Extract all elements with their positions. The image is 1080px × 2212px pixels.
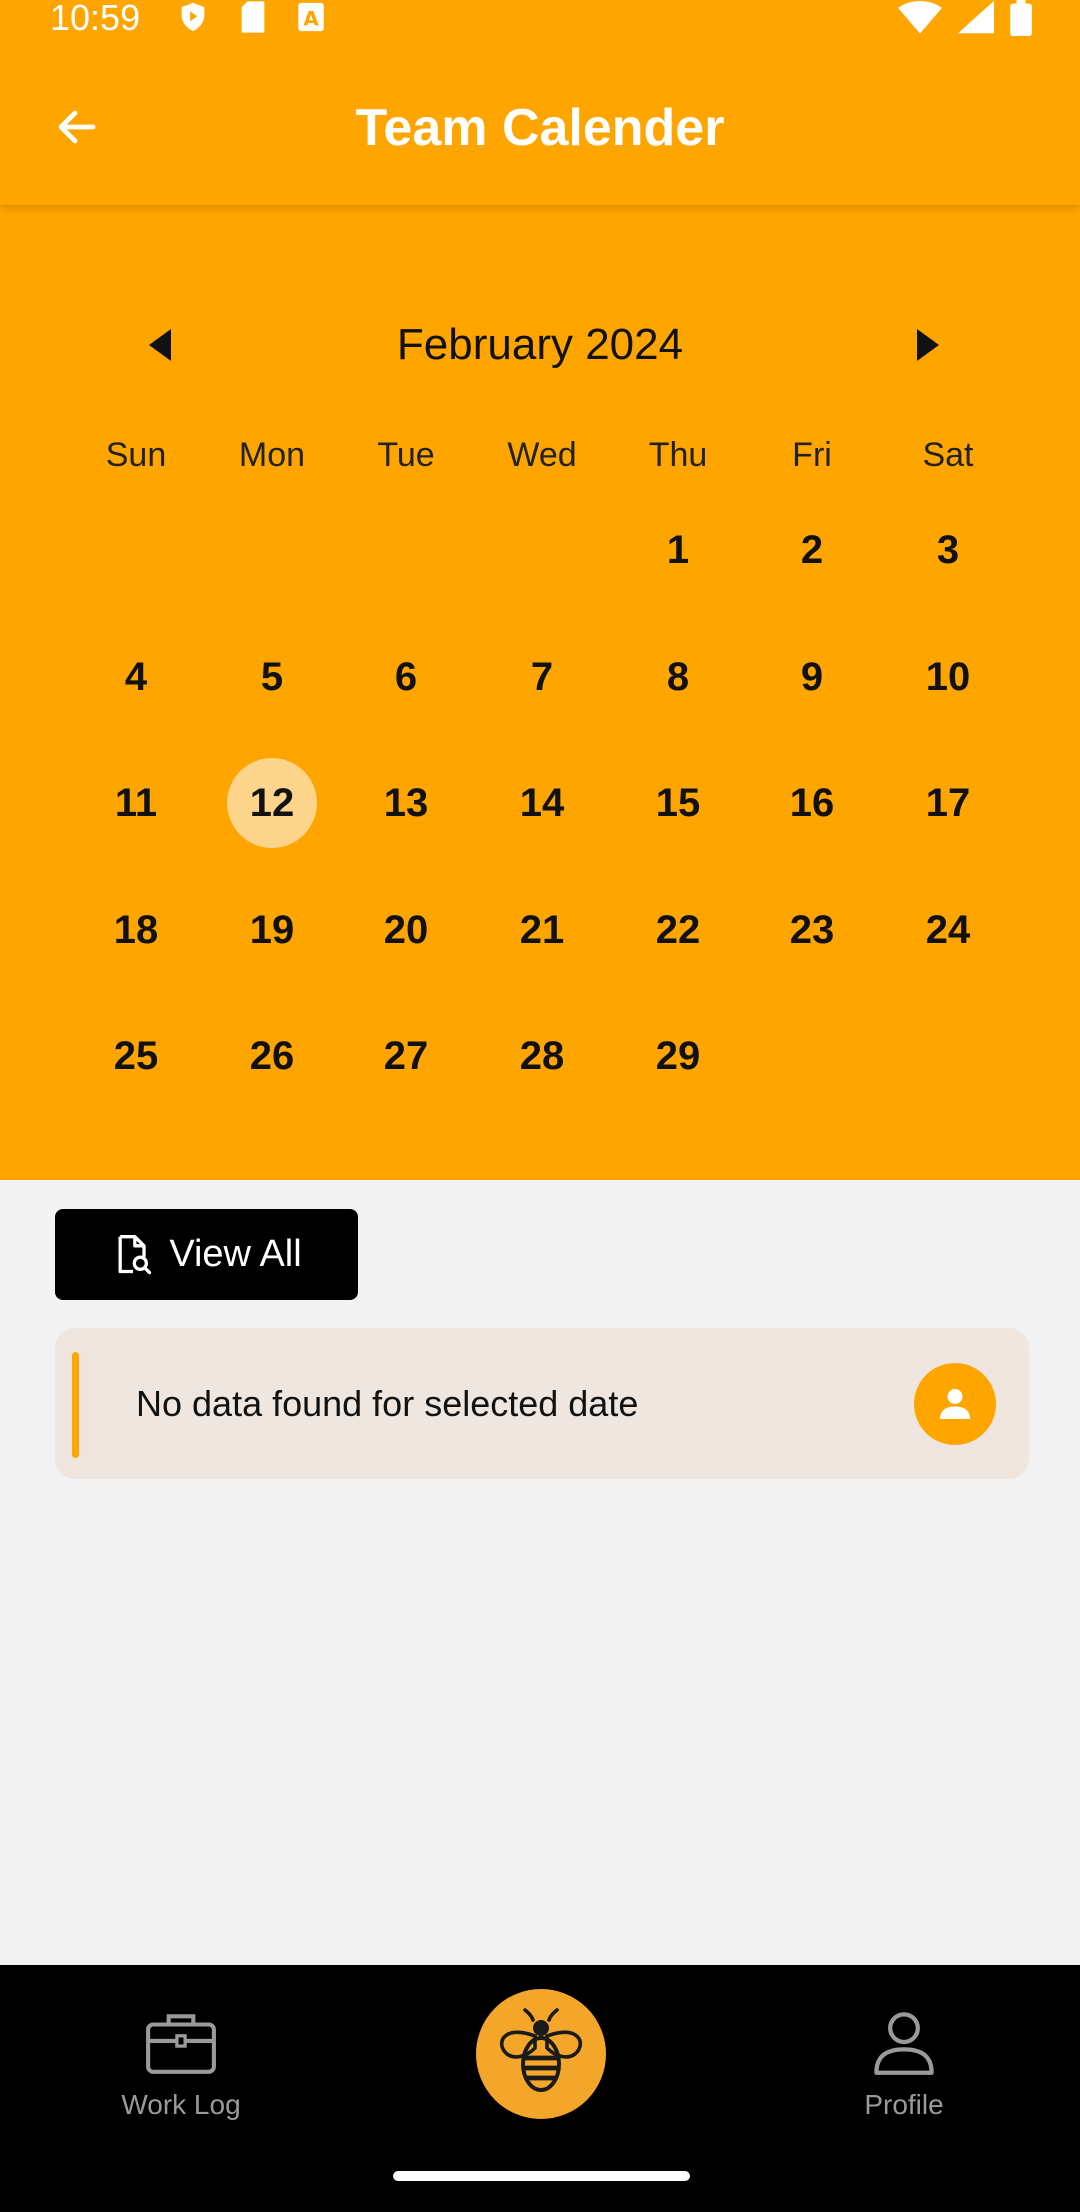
calendar-day[interactable]: 15 [633, 758, 723, 848]
calendar-day[interactable]: 19 [227, 885, 317, 975]
calendar-day[interactable]: 20 [361, 885, 451, 975]
view-all-label: View All [169, 1233, 302, 1275]
briefcase-icon [61, 2005, 301, 2081]
calendar-day[interactable]: 22 [633, 885, 723, 975]
calendar-day[interactable]: 2 [767, 505, 857, 595]
status-icons-right [898, 0, 1032, 39]
calendar-day[interactable]: 8 [633, 632, 723, 722]
document-search-icon [118, 1234, 152, 1274]
nav-label-work-log: Work Log [121, 2089, 241, 2120]
calendar-day[interactable]: 27 [361, 1011, 451, 1101]
nav-item-profile[interactable]: Profile [784, 2005, 1024, 2125]
status-icons-left: A [176, 0, 326, 36]
calendar-day[interactable]: 13 [361, 758, 451, 848]
calendar-day[interactable]: 18 [91, 885, 181, 975]
caret-right-icon [917, 329, 939, 361]
days-grid: 1 2 3 4 5 6 7 8 9 10 11 12 13 14 15 16 17 18 19 20 21 22 23 24 2… [0, 485, 1080, 1125]
weekday-label: Wed [507, 436, 577, 474]
page-title: Team Calender [355, 99, 725, 157]
status-time: 10:59 [50, 0, 141, 38]
calendar-day[interactable]: 25 [91, 1011, 181, 1101]
signal-icon [958, 0, 994, 39]
calendar-day[interactable]: 9 [767, 632, 857, 722]
weekday-header: Sun Mon Tue Wed Thu Fri Sat [0, 427, 1080, 483]
wifi-icon [898, 0, 942, 39]
battery-icon [1010, 0, 1032, 41]
next-month-button[interactable] [900, 317, 956, 373]
person-outline-icon [784, 2005, 1024, 2081]
calendar-day[interactable]: 11 [91, 758, 181, 848]
calendar-day[interactable]: 17 [903, 758, 993, 848]
empty-state-card: No data found for selected date [55, 1328, 1029, 1479]
person-icon [940, 1389, 970, 1419]
home-indicator [393, 2171, 690, 2181]
calendar-day[interactable]: 29 [633, 1011, 723, 1101]
calendar-day[interactable]: 4 [91, 632, 181, 722]
weekday-label: Thu [648, 436, 708, 474]
bee-logo-icon [500, 2008, 582, 2092]
home-bee-button[interactable] [472, 1985, 610, 2123]
shield-play-icon [176, 0, 210, 39]
calendar-day[interactable]: 16 [767, 758, 857, 848]
status-bar: 10:59 A [0, 0, 1080, 50]
calendar-day[interactable]: 10 [903, 632, 993, 722]
avatar [914, 1363, 996, 1445]
calendar-day[interactable]: 28 [497, 1011, 587, 1101]
calendar-day[interactable]: 7 [497, 632, 587, 722]
calendar-day[interactable]: 24 [903, 885, 993, 975]
weekday-label: Sat [922, 436, 974, 474]
calendar-day[interactable]: 1 [633, 505, 723, 595]
nav-item-work-log[interactable]: Work Log [61, 2005, 301, 2125]
calendar-day[interactable]: 6 [361, 632, 451, 722]
calendar: February 2024 Sun Mon Tue Wed Thu Fri Sa… [0, 205, 1080, 1180]
weekday-label: Tue [377, 436, 435, 474]
calendar-day[interactable]: 3 [903, 505, 993, 595]
weekday-label: Fri [792, 436, 832, 474]
calendar-day[interactable]: 5 [227, 632, 317, 722]
month-header: February 2024 [0, 305, 1080, 385]
calendar-day[interactable]: 14 [497, 758, 587, 848]
calendar-day[interactable]: 26 [227, 1011, 317, 1101]
calendar-day[interactable]: 21 [497, 885, 587, 975]
sd-card-icon [238, 0, 268, 39]
calendar-day[interactable]: 23 [767, 885, 857, 975]
nav-label-profile: Profile [864, 2089, 944, 2120]
app-bar: Team Calender [0, 50, 1080, 205]
a-font-icon: A [296, 0, 326, 39]
card-accent-bar [72, 1352, 79, 1458]
weekday-label: Mon [238, 436, 306, 474]
view-all-button[interactable]: View All [55, 1209, 358, 1300]
svg-text:A: A [303, 8, 319, 31]
calendar-day-selected[interactable]: 12 [227, 758, 317, 848]
empty-state-message: No data found for selected date [136, 1383, 639, 1424]
weekday-label: Sun [105, 436, 167, 474]
